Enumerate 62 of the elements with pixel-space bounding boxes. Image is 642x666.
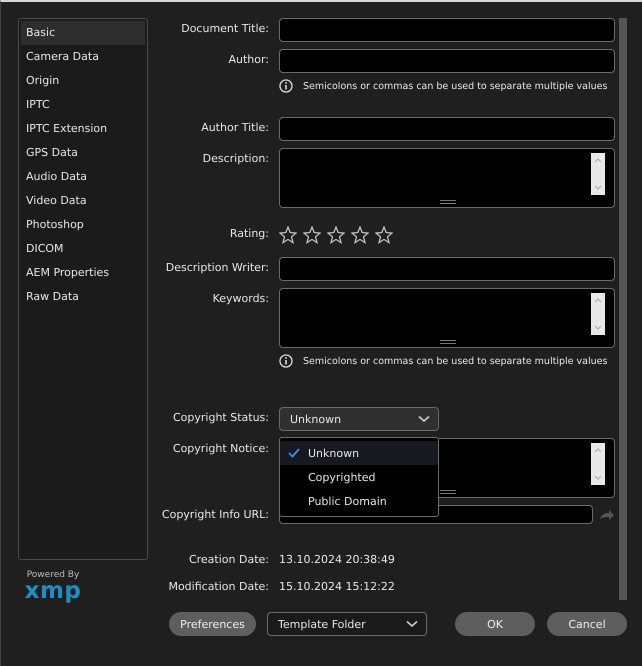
sidebar-item[interactable]: Camera Data bbox=[21, 45, 145, 69]
star-icon bbox=[375, 226, 393, 244]
star-icon bbox=[351, 226, 369, 244]
field-label: Rating: bbox=[228, 226, 270, 240]
field-label: Author: bbox=[227, 52, 270, 66]
xmp-logo: xmp bbox=[24, 580, 82, 602]
field-label: Creation Date: bbox=[188, 552, 270, 566]
menu-item[interactable]: Unknown bbox=[280, 441, 438, 465]
sidebar-item[interactable]: Photoshop bbox=[21, 213, 145, 237]
resize-grip-icon bbox=[440, 200, 456, 204]
scrollbar[interactable] bbox=[619, 18, 627, 600]
info-icon bbox=[279, 79, 293, 93]
text-area[interactable] bbox=[279, 148, 615, 208]
info-icon bbox=[279, 354, 293, 368]
field-label: Document Title: bbox=[180, 21, 270, 35]
scroll-arrows-icon bbox=[591, 153, 605, 195]
field-label: Copyright Info URL: bbox=[161, 508, 270, 521]
input-field[interactable] bbox=[279, 257, 615, 281]
star-icon bbox=[279, 226, 297, 244]
field-label: Description: bbox=[202, 151, 270, 165]
chevron-down-icon bbox=[406, 620, 418, 628]
input-field[interactable] bbox=[279, 18, 615, 42]
sidebar-item[interactable]: Basic bbox=[21, 21, 145, 45]
date-value: 15.10.2024 15:12:22 bbox=[279, 579, 395, 593]
chevron-down-icon bbox=[418, 415, 430, 423]
sidebar-item[interactable]: GPS Data bbox=[21, 141, 145, 165]
input-field[interactable] bbox=[279, 49, 615, 73]
checkmark-icon bbox=[288, 448, 300, 458]
scroll-arrows-icon bbox=[591, 443, 605, 485]
scroll-arrows-icon bbox=[591, 293, 605, 335]
field-label: Modification Date: bbox=[167, 579, 270, 593]
sidebar-item[interactable]: IPTC bbox=[21, 93, 145, 117]
field-label: Copyright Status: bbox=[172, 410, 270, 424]
menu-item[interactable]: Public Domain bbox=[280, 489, 438, 513]
menu-item[interactable]: Copyrighted bbox=[280, 465, 438, 489]
field-label: Keywords: bbox=[212, 291, 270, 305]
text-area[interactable] bbox=[279, 288, 615, 348]
hint-text: Semicolons or commas can be used to separate multiple values bbox=[303, 356, 608, 366]
date-value: 13.10.2024 20:38:49 bbox=[279, 552, 395, 566]
sidebar-item[interactable]: DICOM bbox=[21, 237, 145, 261]
sidebar-item[interactable]: Origin bbox=[21, 69, 145, 93]
sidebar-item[interactable]: Video Data bbox=[21, 189, 145, 213]
powered-by-label: Powered By bbox=[26, 570, 80, 580]
field-label: Author Title: bbox=[200, 120, 270, 134]
sidebar-item[interactable]: IPTC Extension bbox=[21, 117, 145, 141]
share-arrow-icon bbox=[599, 508, 615, 520]
star-icon bbox=[303, 226, 321, 244]
sidebar-item[interactable]: AEM Properties bbox=[21, 261, 145, 285]
template-folder-dropdown[interactable]: Template Folder bbox=[267, 612, 427, 636]
hint-text: Semicolons or commas can be used to separate multiple values bbox=[303, 80, 608, 92]
copyright-status-dropdown[interactable]: Unknown bbox=[279, 407, 439, 431]
sidebar-item[interactable]: Audio Data bbox=[21, 165, 145, 189]
resize-grip-icon bbox=[440, 490, 456, 494]
resize-grip-icon bbox=[440, 340, 456, 344]
field-label: Copyright Notice: bbox=[172, 441, 270, 455]
field-label: Description Writer: bbox=[164, 260, 270, 274]
preferences-button[interactable]: Preferences bbox=[169, 612, 256, 636]
star-icon bbox=[327, 226, 345, 244]
ok-button[interactable]: OK bbox=[455, 612, 535, 636]
cancel-button[interactable]: Cancel bbox=[547, 612, 627, 636]
input-field[interactable] bbox=[279, 117, 615, 141]
sidebar-item[interactable]: Raw Data bbox=[21, 285, 145, 309]
